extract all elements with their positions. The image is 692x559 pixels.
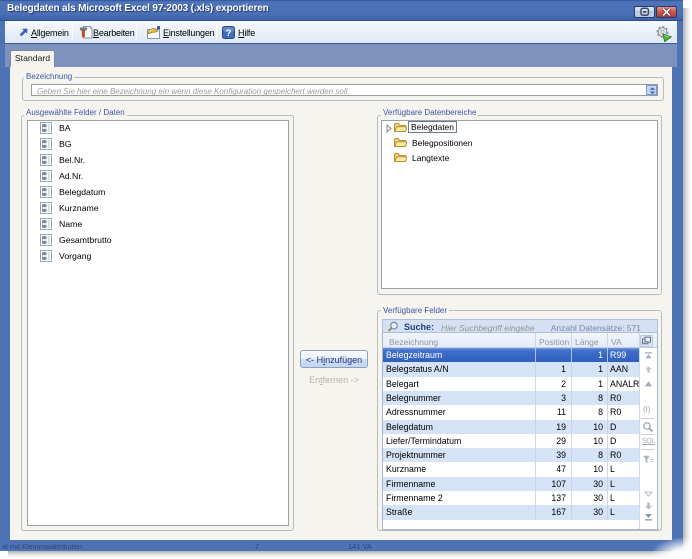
svg-text:?: ? [226,28,232,39]
